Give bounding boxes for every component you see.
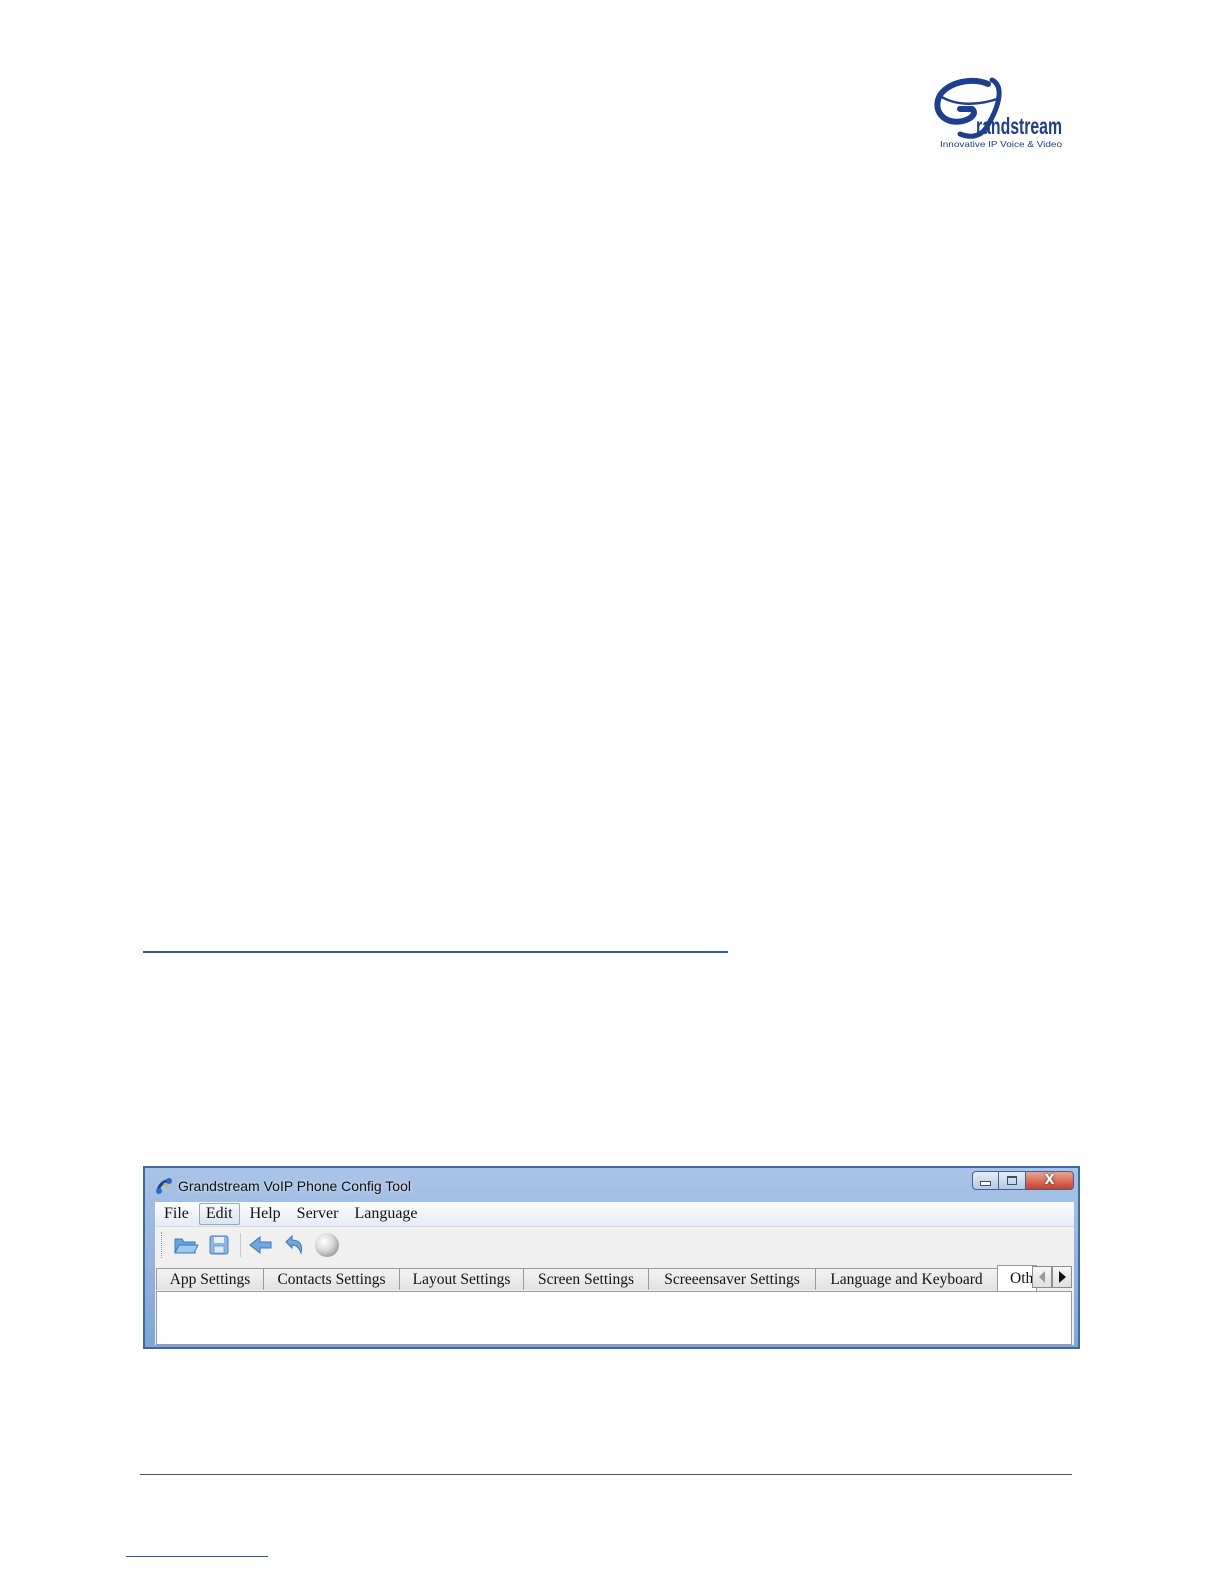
menu-help[interactable]: Help bbox=[244, 1204, 287, 1224]
back-button[interactable] bbox=[247, 1231, 275, 1259]
back-arrow-icon bbox=[249, 1235, 272, 1255]
tab-other[interactable]: Oth bbox=[997, 1265, 1037, 1291]
maximize-button[interactable] bbox=[999, 1171, 1026, 1190]
tab-scroll-right-button[interactable] bbox=[1052, 1266, 1072, 1288]
undo-icon bbox=[285, 1234, 302, 1255]
tab-content-panel bbox=[156, 1291, 1072, 1345]
minimize-icon bbox=[980, 1181, 991, 1186]
menu-bar: File Edit Help Server Language bbox=[155, 1202, 1074, 1227]
tab-scroll-left-button[interactable] bbox=[1032, 1266, 1052, 1288]
settings-tab-strip: App Settings Contacts Settings Layout Se… bbox=[156, 1265, 1074, 1291]
undo-button[interactable] bbox=[280, 1231, 308, 1259]
sphere-button[interactable] bbox=[313, 1231, 341, 1259]
maximize-icon bbox=[1007, 1176, 1017, 1185]
open-folder-icon bbox=[174, 1238, 199, 1254]
save-button[interactable] bbox=[205, 1231, 233, 1259]
tab-layout-settings[interactable]: Layout Settings bbox=[399, 1268, 524, 1290]
footer-rule bbox=[140, 1474, 1072, 1475]
logo-tagline: Innovative IP Voice & Video bbox=[940, 139, 1062, 149]
window-title: Grandstream VoIP Phone Config Tool bbox=[178, 1178, 411, 1194]
arrow-right-icon bbox=[1058, 1271, 1066, 1283]
toolbar-grip[interactable] bbox=[161, 1232, 164, 1258]
window-client-area: File Edit Help Server Language App Setti… bbox=[155, 1202, 1074, 1345]
open-folder-button[interactable] bbox=[172, 1231, 200, 1259]
toolbar bbox=[155, 1227, 1074, 1263]
svg-text:randstream: randstream bbox=[976, 113, 1062, 139]
tab-language-and-keyboard[interactable]: Language and Keyboard bbox=[815, 1268, 998, 1290]
config-tool-window: Grandstream VoIP Phone Config Tool X Fil… bbox=[143, 1166, 1080, 1349]
save-icon bbox=[209, 1235, 229, 1255]
hyperlink-underline[interactable] bbox=[143, 951, 728, 953]
grandstream-logo-icon: randstream Innovative IP Voice & Video bbox=[934, 77, 1062, 149]
tab-contacts-settings[interactable]: Contacts Settings bbox=[263, 1268, 400, 1290]
toolbar-separator bbox=[240, 1233, 241, 1257]
tab-scroll-buttons bbox=[1032, 1266, 1072, 1288]
app-phone-icon bbox=[155, 1177, 173, 1195]
grandstream-logo: randstream Innovative IP Voice & Video bbox=[930, 76, 1070, 154]
menu-language[interactable]: Language bbox=[348, 1204, 423, 1224]
tab-screensaver-settings[interactable]: Screeensaver Settings bbox=[648, 1268, 816, 1290]
menu-file[interactable]: File bbox=[158, 1204, 195, 1224]
close-button[interactable]: X bbox=[1026, 1171, 1074, 1190]
sphere-icon bbox=[315, 1233, 339, 1257]
menu-edit[interactable]: Edit bbox=[198, 1203, 240, 1225]
close-icon: X bbox=[1044, 1173, 1055, 1188]
window-titlebar[interactable]: Grandstream VoIP Phone Config Tool X bbox=[145, 1168, 1078, 1202]
window-controls: X bbox=[972, 1171, 1074, 1191]
arrow-left-icon bbox=[1039, 1271, 1045, 1283]
tab-app-settings[interactable]: App Settings bbox=[156, 1268, 264, 1290]
footer-hyperlink-underline[interactable] bbox=[126, 1556, 268, 1557]
tab-screen-settings[interactable]: Screen Settings bbox=[523, 1268, 649, 1290]
menu-server[interactable]: Server bbox=[291, 1204, 345, 1224]
minimize-button[interactable] bbox=[972, 1171, 999, 1190]
